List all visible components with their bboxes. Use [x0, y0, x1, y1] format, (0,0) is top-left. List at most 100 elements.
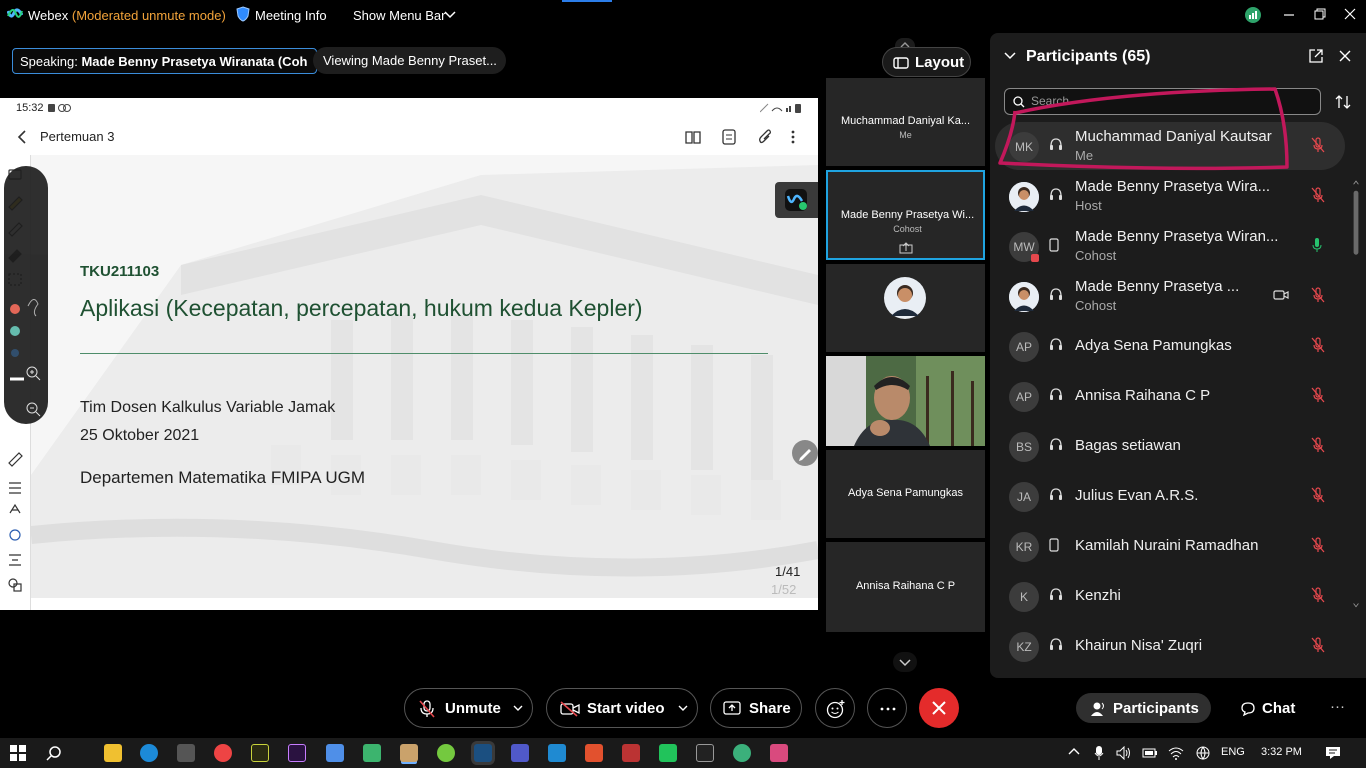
minimize-icon[interactable]: [1283, 7, 1295, 21]
mic-muted-icon[interactable]: [1311, 287, 1325, 303]
layout-button[interactable]: Layout: [882, 47, 971, 77]
network-icon[interactable]: [1195, 746, 1211, 760]
chevron-down-icon[interactable]: [444, 11, 456, 19]
viewing-indicator[interactable]: Viewing Made Benny Praset...: [313, 47, 506, 74]
video-tile[interactable]: [826, 264, 985, 352]
windows-start-icon[interactable]: [10, 745, 26, 761]
show-menu-bar-button[interactable]: Show Menu Bar: [353, 8, 446, 23]
participant-row[interactable]: MW Made Benny Prasetya Wiran... Cohost: [995, 222, 1345, 270]
participants-tab-button[interactable]: Participants: [1076, 693, 1211, 723]
close-panel-icon[interactable]: [1339, 50, 1351, 62]
file-explorer-icon[interactable]: [104, 744, 122, 762]
search-icon[interactable]: [46, 745, 62, 761]
start-video-label: Start video: [587, 700, 665, 717]
chevron-down-icon[interactable]: [678, 705, 688, 712]
media-icon[interactable]: [363, 744, 381, 762]
meeting-info-button[interactable]: Meeting Info: [255, 8, 327, 23]
video-tile[interactable]: Muchammad Daniyal Ka... Me: [826, 78, 985, 166]
shield-icon[interactable]: [236, 6, 250, 22]
app-icon[interactable]: [770, 744, 788, 762]
app-icon[interactable]: [733, 744, 751, 762]
line-icon[interactable]: [659, 744, 677, 762]
floating-pen-toolbar[interactable]: [4, 166, 48, 424]
mic-muted-icon[interactable]: [1311, 337, 1325, 353]
participant-row[interactable]: K Kenzhi: [995, 572, 1345, 620]
mic-muted-icon[interactable]: [1311, 387, 1325, 403]
share-button[interactable]: Share: [710, 688, 802, 728]
wifi-icon[interactable]: [1168, 746, 1184, 760]
share-icon: [723, 700, 741, 716]
phone-icon: [1049, 538, 1059, 552]
avatar: KR: [1009, 532, 1039, 562]
mic-muted-icon[interactable]: [1311, 187, 1325, 203]
speaker-icon[interactable]: [1116, 746, 1132, 760]
edge-icon[interactable]: [140, 744, 158, 762]
chevron-down-icon[interactable]: [1004, 52, 1016, 60]
more-options-button[interactable]: [867, 688, 907, 728]
heading-divider: [80, 353, 768, 354]
language-indicator[interactable]: ENG: [1221, 746, 1245, 758]
avatar: [1009, 282, 1039, 312]
sort-icon[interactable]: [1335, 94, 1351, 110]
app-icon[interactable]: [622, 744, 640, 762]
webex-float-icon[interactable]: [775, 182, 818, 218]
leave-meeting-button[interactable]: [919, 688, 959, 728]
popout-icon[interactable]: [1309, 49, 1323, 63]
app-icon[interactable]: [437, 744, 455, 762]
participant-row[interactable]: Made Benny Prasetya ... Cohost: [995, 272, 1345, 320]
premiere-icon[interactable]: [288, 744, 306, 762]
mic-muted-icon[interactable]: [1311, 537, 1325, 553]
participant-name: Made Benny Prasetya Wiran...: [1075, 228, 1279, 245]
participant-row[interactable]: JA Julius Evan A.R.S.: [995, 472, 1345, 520]
participant-row[interactable]: Made Benny Prasetya Wira... Host: [995, 172, 1345, 220]
mic-muted-icon[interactable]: [1311, 637, 1325, 653]
mic-muted-icon[interactable]: [1311, 587, 1325, 603]
taskbar-clock[interactable]: 3:32 PM: [1261, 746, 1302, 758]
more-panels-icon[interactable]: ···: [1330, 698, 1345, 715]
signal-stats-icon[interactable]: [1245, 7, 1261, 23]
attachment-icon[interactable]: [758, 129, 772, 145]
participant-row[interactable]: AP Adya Sena Pamungkas: [995, 322, 1345, 370]
participant-row[interactable]: BS Bagas setiawan: [995, 422, 1345, 470]
chrome-icon[interactable]: [214, 744, 232, 762]
unmute-button[interactable]: Unmute: [404, 688, 533, 728]
note-icon[interactable]: [722, 129, 736, 145]
chat-tab-button[interactable]: Chat: [1240, 693, 1295, 717]
app-icon[interactable]: [400, 744, 418, 762]
participant-row[interactable]: KR Kamilah Nuraini Ramadhan: [995, 522, 1345, 570]
chevron-up-icon[interactable]: [1068, 747, 1080, 757]
mic-muted-icon[interactable]: [1311, 487, 1325, 503]
pencil-icon[interactable]: [792, 440, 818, 466]
store-icon[interactable]: [177, 744, 195, 762]
webex-taskbar-icon[interactable]: [474, 744, 492, 762]
participants-scrollbar[interactable]: [1352, 128, 1360, 663]
slide-page-total: 1/52: [771, 582, 797, 597]
start-video-button[interactable]: Start video: [546, 688, 698, 728]
back-arrow-icon[interactable]: [16, 129, 28, 145]
mic-active-icon[interactable]: [1311, 237, 1323, 253]
microphone-icon[interactable]: [1094, 745, 1104, 761]
terminal-icon[interactable]: [696, 744, 714, 762]
battery-icon[interactable]: [1142, 747, 1158, 759]
book-view-icon[interactable]: [685, 129, 701, 145]
close-window-icon[interactable]: [1344, 7, 1356, 21]
notifications-icon[interactable]: [1325, 745, 1341, 761]
video-tile[interactable]: Annisa Raihana C P: [826, 542, 985, 632]
scroll-strip-down-button[interactable]: [893, 652, 917, 672]
teams-icon[interactable]: [511, 744, 529, 762]
reactions-button[interactable]: [815, 688, 855, 728]
participant-row[interactable]: KZ Khairun Nisa' Zuqri: [995, 622, 1345, 670]
restore-icon[interactable]: [1314, 7, 1326, 21]
audition-icon[interactable]: [251, 744, 269, 762]
participant-row[interactable]: AP Annisa Raihana C P: [995, 372, 1345, 420]
video-tile[interactable]: Adya Sena Pamungkas: [826, 450, 985, 538]
mic-muted-icon[interactable]: [1311, 437, 1325, 453]
video-tile-active-speaker[interactable]: Made Benny Prasetya Wi... Cohost: [826, 170, 985, 260]
app-icon[interactable]: [585, 744, 603, 762]
mic-muted-icon[interactable]: [1311, 137, 1325, 153]
more-vertical-icon[interactable]: [790, 129, 796, 145]
vscode-icon[interactable]: [548, 744, 566, 762]
notes-icon[interactable]: [326, 744, 344, 762]
video-tile[interactable]: [826, 356, 985, 446]
chevron-down-icon[interactable]: [513, 705, 523, 712]
